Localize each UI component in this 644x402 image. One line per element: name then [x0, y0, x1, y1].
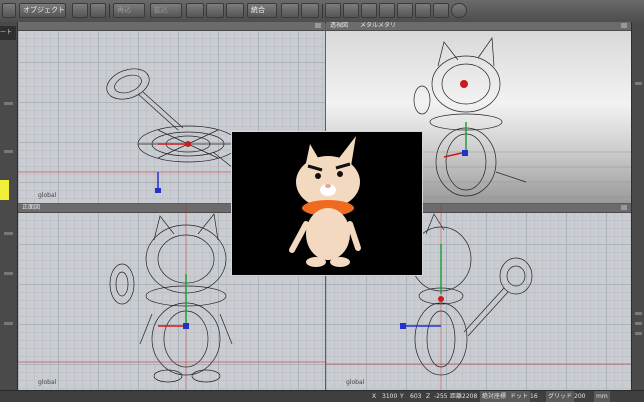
- combine-button[interactable]: 統合: [247, 3, 277, 18]
- toolbar-icon-4[interactable]: [206, 3, 224, 18]
- object-mode-label: オブジェクト: [23, 6, 65, 14]
- dot-value: 16: [530, 393, 538, 400]
- disabled-label-1: 再込: [117, 6, 131, 14]
- toolbar-icon-3[interactable]: [186, 3, 204, 18]
- status-bar: X 3100 Y 603 Z -255 距離 2208 絶対座標 ドット 16 …: [0, 390, 644, 402]
- distance-value: 2208: [462, 393, 478, 400]
- disabled-label-2: 拡込: [154, 6, 168, 14]
- strip-handle[interactable]: [635, 82, 642, 85]
- coord-label: global: [38, 379, 57, 386]
- strip-handle[interactable]: [635, 312, 642, 315]
- unit-selector[interactable]: mm: [594, 391, 610, 402]
- grid-value: 200: [574, 393, 586, 400]
- right-tool-strip: [631, 22, 644, 390]
- strip-handle[interactable]: [635, 322, 642, 325]
- toolbar-icon-7[interactable]: [301, 3, 319, 18]
- strip-handle[interactable]: [4, 150, 13, 153]
- z-value: -255: [434, 393, 448, 400]
- render-preview-window[interactable]: [231, 131, 423, 276]
- left-strip-tab[interactable]: ート: [0, 26, 16, 40]
- main-toolbar: オブジェクト 再込 拡込 統合: [0, 0, 644, 23]
- disabled-button-1[interactable]: 再込: [113, 3, 145, 18]
- x-label: X: [372, 393, 377, 400]
- toolbar-icon-8[interactable]: [325, 3, 341, 18]
- toolbar-icon-12[interactable]: [397, 3, 413, 18]
- combine-label: 統合: [251, 6, 265, 14]
- grid-label[interactable]: グリッド: [546, 391, 575, 402]
- disabled-button-2[interactable]: 拡込: [150, 3, 182, 18]
- toolbar-icon-5[interactable]: [226, 3, 244, 18]
- distance-label: 距離: [450, 393, 463, 400]
- strip-handle[interactable]: [4, 272, 13, 275]
- sphere-icon[interactable]: [451, 3, 467, 18]
- toolbar-icon-10[interactable]: [361, 3, 377, 18]
- toolbar-separator: [109, 4, 110, 18]
- toolbar-icon-14[interactable]: [433, 3, 449, 18]
- left-tool-strip: ート: [0, 22, 18, 390]
- x-value: 3100: [382, 393, 398, 400]
- strip-handle[interactable]: [4, 232, 13, 235]
- toolbar-icon-11[interactable]: [379, 3, 395, 18]
- toolbar-icon-2[interactable]: [90, 3, 106, 18]
- dot-label[interactable]: ドット: [508, 391, 531, 402]
- toolbar-icon-1[interactable]: [72, 3, 88, 18]
- object-mode-button[interactable]: オブジェクト: [19, 3, 66, 18]
- toolbar-icon-13[interactable]: [415, 3, 431, 18]
- toolbar-icon-9[interactable]: [343, 3, 359, 18]
- toolbar-icon-6[interactable]: [281, 3, 299, 18]
- rendered-character: [289, 136, 361, 267]
- y-value: 603: [410, 393, 422, 400]
- active-tool-indicator[interactable]: [0, 180, 9, 200]
- coord-label: global: [346, 379, 365, 386]
- strip-handle[interactable]: [4, 102, 13, 105]
- coord-label: global: [38, 192, 57, 199]
- toolbar-separator: [322, 4, 323, 18]
- snap-mode-button[interactable]: 絶対座標: [480, 391, 509, 402]
- menu-icon[interactable]: [2, 3, 16, 18]
- y-label: Y: [400, 393, 404, 400]
- strip-handle[interactable]: [4, 322, 13, 325]
- strip-handle[interactable]: [635, 332, 642, 335]
- z-label: Z: [426, 393, 431, 400]
